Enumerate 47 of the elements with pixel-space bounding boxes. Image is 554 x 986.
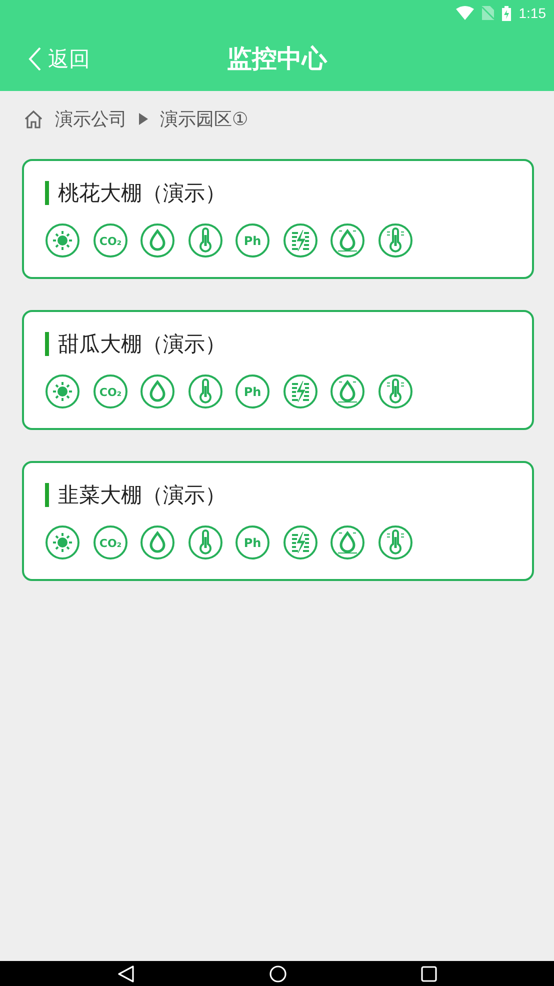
thermometer-icon[interactable]: [188, 223, 222, 258]
co2-icon[interactable]: CO₂: [92, 223, 128, 258]
droplet-icon[interactable]: [330, 223, 365, 258]
breadcrumb-item[interactable]: 演示园区①: [160, 107, 248, 131]
droplet-icon[interactable]: [330, 525, 365, 560]
thermometer-icon[interactable]: [378, 374, 412, 409]
page-title: 监控中心: [227, 43, 327, 75]
status-time: 1:15: [518, 5, 546, 21]
co2-icon[interactable]: CO₂: [92, 374, 128, 409]
thermometer-icon[interactable]: [188, 374, 222, 409]
greenhouse-name: 韭菜大棚（演示）: [58, 482, 226, 509]
greenhouse-card[interactable]: 韭菜大棚（演示） CO₂ Ph: [22, 461, 534, 581]
droplet-icon[interactable]: [330, 374, 365, 409]
home-nav-icon[interactable]: [269, 964, 287, 982]
ph-icon[interactable]: Ph: [235, 374, 270, 409]
thermometer-icon[interactable]: [378, 525, 412, 560]
accent-bar: [45, 332, 49, 356]
breadcrumb-item[interactable]: 演示公司: [55, 107, 127, 131]
ph-icon[interactable]: Ph: [235, 223, 270, 258]
accent-bar: [45, 181, 49, 205]
greenhouse-card[interactable]: 甜瓜大棚（演示） CO₂ Ph: [22, 310, 534, 430]
sun-icon[interactable]: [45, 223, 80, 258]
sun-icon[interactable]: [45, 374, 80, 409]
thermometer-icon[interactable]: [378, 223, 412, 258]
co2-icon[interactable]: CO₂: [92, 525, 128, 560]
droplet-icon[interactable]: [140, 525, 175, 560]
lightning-icon[interactable]: [282, 374, 318, 409]
greenhouse-name: 桃花大棚（演示）: [58, 180, 226, 207]
greenhouse-card[interactable]: 桃花大棚（演示） CO₂ Ph: [22, 159, 534, 279]
back-nav-icon[interactable]: [117, 964, 135, 982]
chevron-left-icon: [28, 46, 42, 70]
lightning-icon[interactable]: [282, 223, 318, 258]
lightning-icon[interactable]: [282, 525, 318, 560]
no-sim-icon: [482, 6, 494, 20]
wifi-icon: [456, 6, 474, 20]
thermometer-icon[interactable]: [188, 525, 222, 560]
sun-icon[interactable]: [45, 525, 80, 560]
droplet-icon[interactable]: [140, 223, 175, 258]
battery-icon: [502, 6, 511, 20]
greenhouse-name: 甜瓜大棚（演示）: [58, 331, 226, 358]
recents-nav-icon[interactable]: [421, 966, 437, 982]
ph-icon[interactable]: Ph: [235, 525, 270, 560]
droplet-icon[interactable]: [140, 374, 175, 409]
back-button[interactable]: 返回: [0, 44, 90, 72]
home-icon[interactable]: [24, 110, 43, 128]
caret-right-icon: [139, 113, 148, 125]
accent-bar: [45, 483, 49, 507]
